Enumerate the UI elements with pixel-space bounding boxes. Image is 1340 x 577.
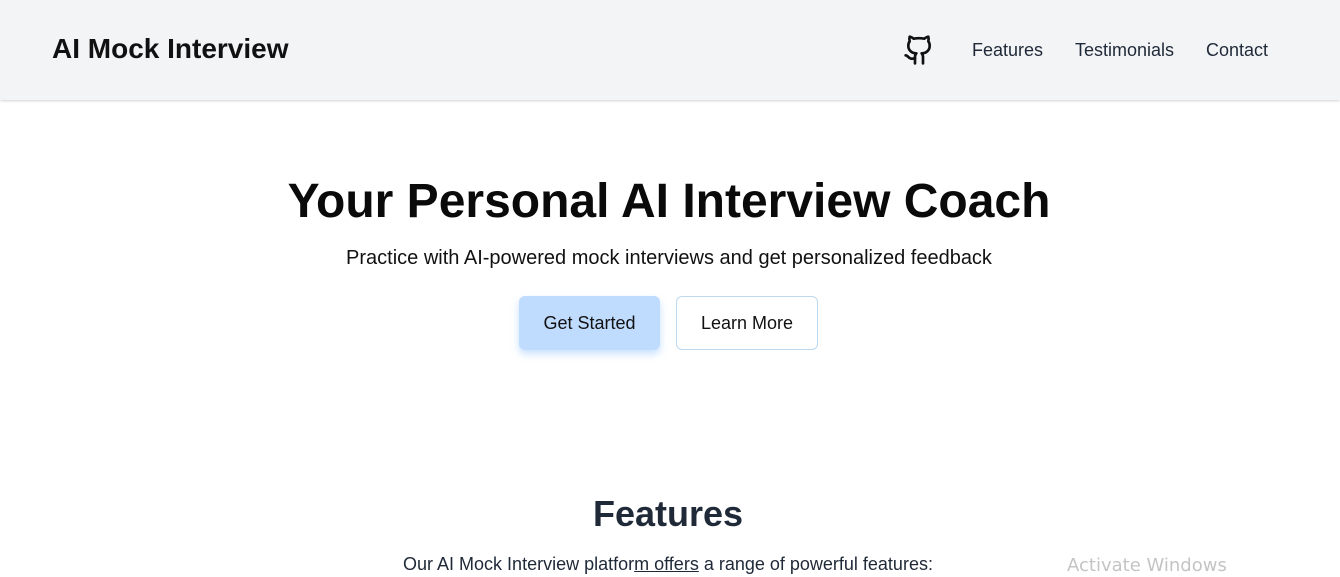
features-description-part: Our AI Mock Interview platfor <box>403 554 635 574</box>
nav-link-contact[interactable]: Contact <box>1206 39 1268 61</box>
get-started-button[interactable]: Get Started <box>519 296 660 350</box>
github-icon[interactable] <box>903 33 935 67</box>
features-title: Features <box>592 493 744 534</box>
hero-title: Your Personal AI Interview Coach <box>287 175 1051 228</box>
nav-link-testimonials[interactable]: Testimonials <box>1075 39 1174 61</box>
activate-windows-watermark: Activate Windows <box>1067 555 1227 576</box>
hero-subtitle: Practice with AI-powered mock interviews… <box>346 247 992 269</box>
brand-title[interactable]: AI Mock Interview <box>52 30 289 68</box>
features-description-part: a range of powerful features: <box>698 554 933 574</box>
learn-more-button[interactable]: Learn More <box>676 296 818 350</box>
features-description-link[interactable]: m offers <box>634 554 699 574</box>
nav-link-features[interactable]: Features <box>972 39 1043 61</box>
site-header: AI Mock Interview Features Testimonials … <box>0 0 1340 100</box>
